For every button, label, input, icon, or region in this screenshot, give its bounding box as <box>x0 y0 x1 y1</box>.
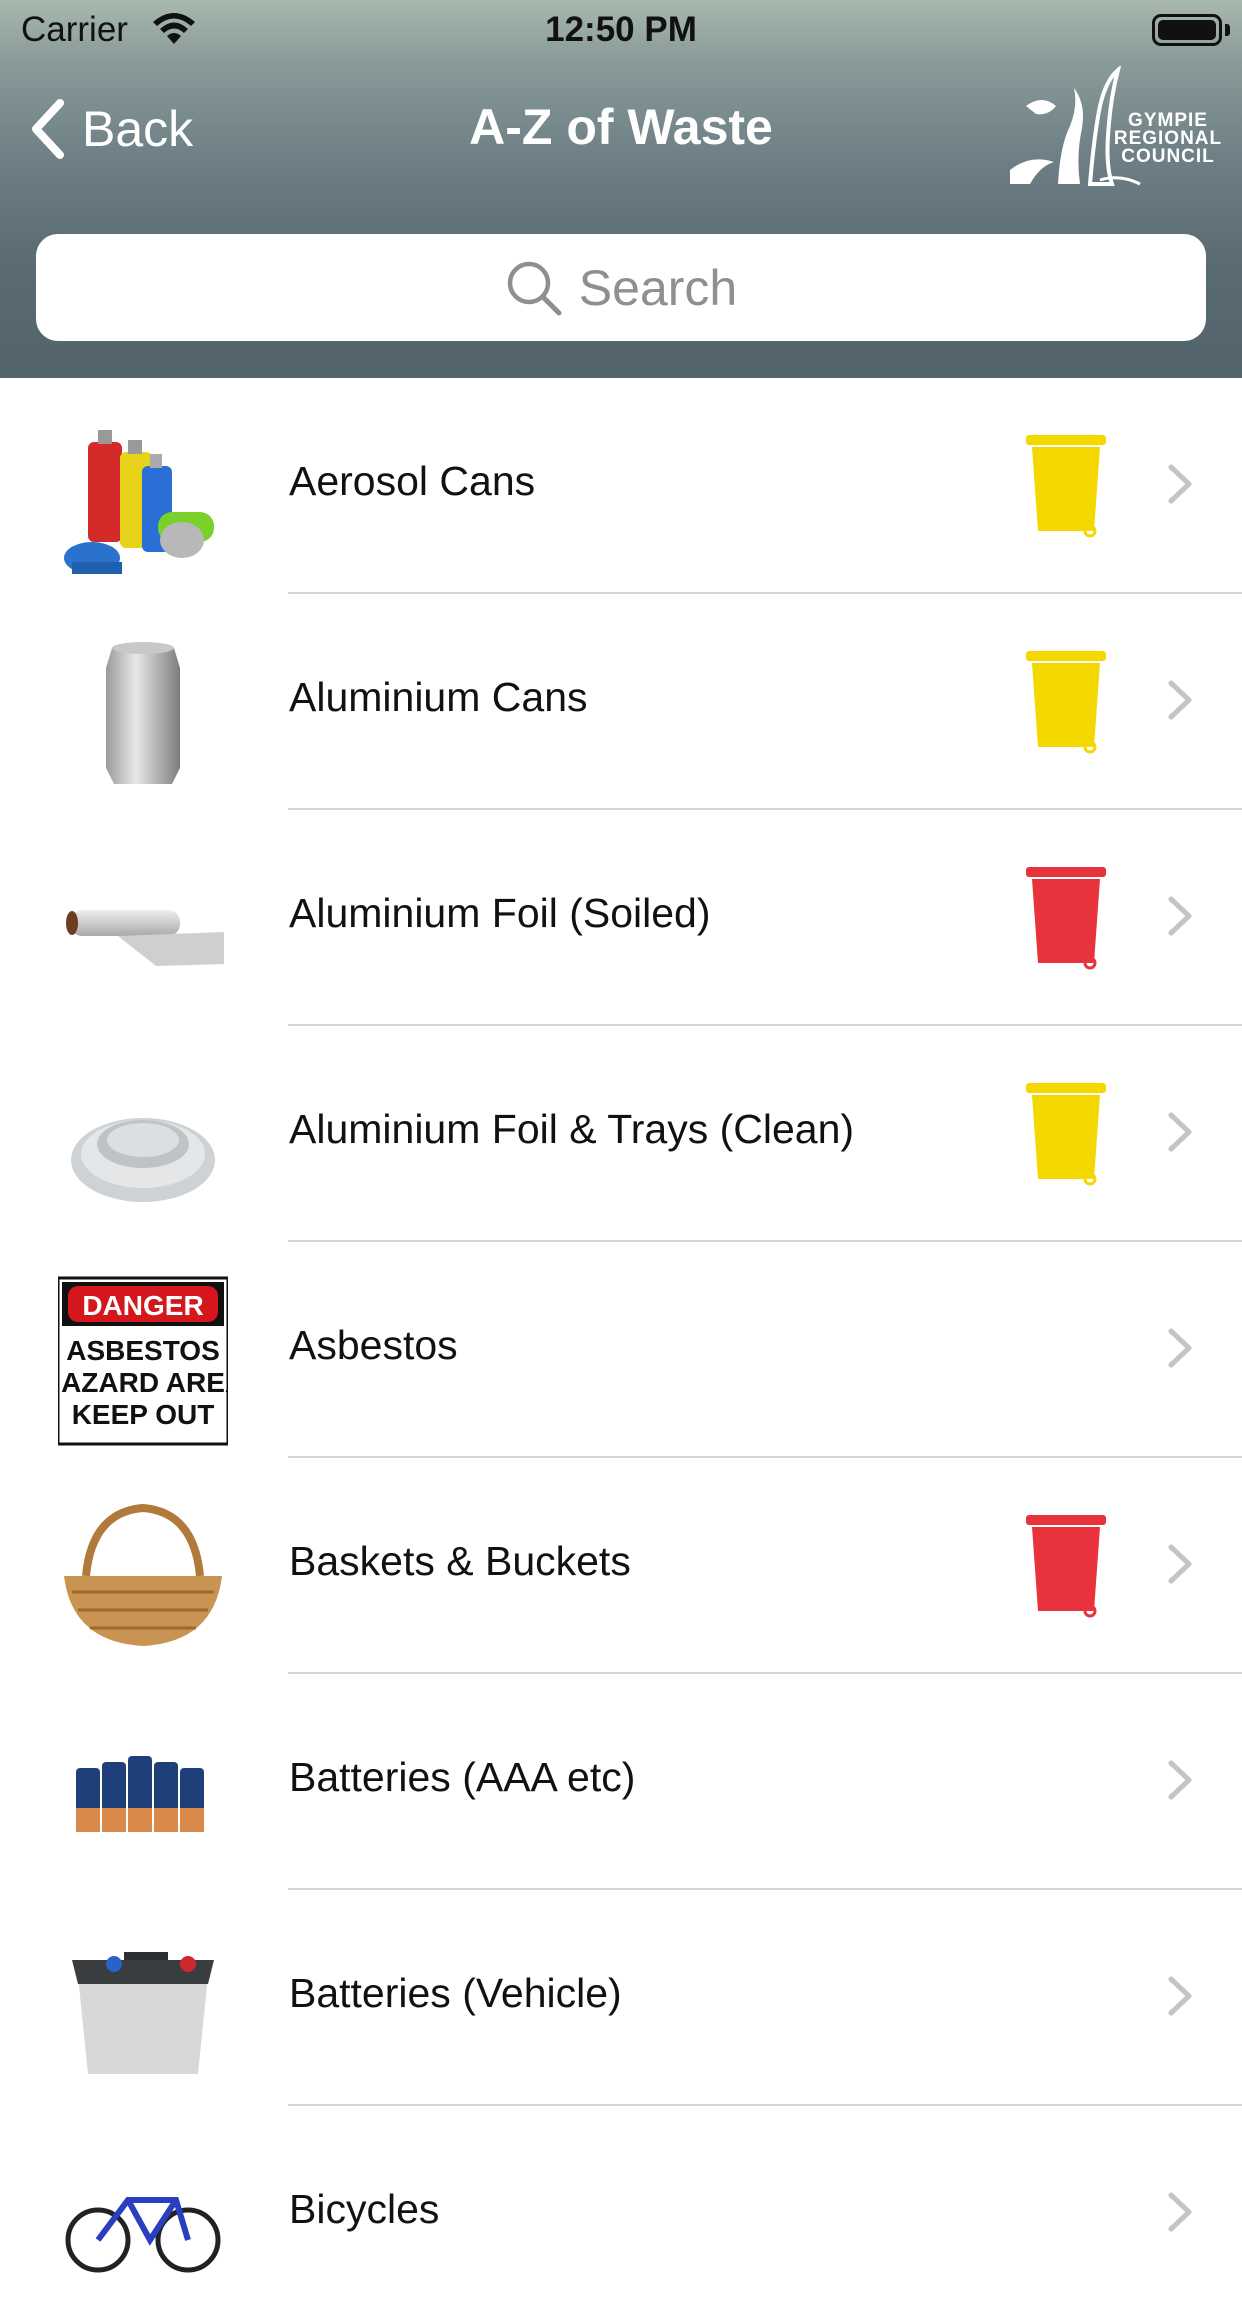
list-item-asbestos[interactable]: DANGER ASBESTOS HAZARD AREA KEEP OUT Asb… <box>0 1242 1242 1458</box>
chevron-right-icon <box>1168 1328 1192 1368</box>
item-thumbnail <box>58 1924 228 2094</box>
bicycle-icon <box>65 2197 221 2273</box>
item-label: Batteries (Vehicle) <box>289 1970 622 2016</box>
item-thumbnail <box>58 2140 228 2310</box>
list-item-aluminium-cans[interactable]: Aluminium Cans <box>0 594 1242 810</box>
item-label: Bicycles <box>289 2186 440 2232</box>
yellow-bin-icon <box>1026 651 1106 754</box>
item-thumbnail <box>58 1492 228 1662</box>
yellow-bin-icon <box>1026 1083 1106 1186</box>
batteries-icon <box>76 1756 204 1832</box>
list-item-batteries-aaa[interactable]: Batteries (AAA etc) <box>0 1674 1242 1890</box>
battery-nub <box>1225 24 1230 36</box>
list-item-aluminium-foil-soiled[interactable]: Aluminium Foil (Soiled) <box>0 810 1242 1026</box>
list-item-aerosol-cans[interactable]: Aerosol Cans <box>0 378 1242 594</box>
chevron-right-icon <box>1168 1976 1192 2016</box>
item-thumbnail <box>58 1708 228 1878</box>
svg-text:DANGER: DANGER <box>82 1290 203 1321</box>
chevron-right-icon <box>1168 2192 1192 2232</box>
item-thumbnail <box>58 412 228 582</box>
svg-text:ASBESTOS: ASBESTOS <box>66 1335 220 1366</box>
chevron-right-icon <box>1168 1760 1192 1800</box>
list-item-baskets-buckets[interactable]: Baskets & Buckets <box>0 1458 1242 1674</box>
council-logo-text: GYMPIE REGIONAL COUNCIL <box>1113 110 1223 167</box>
yellow-bin-icon <box>1026 435 1106 538</box>
chevron-right-icon <box>1168 464 1192 504</box>
chevron-right-icon <box>1168 680 1192 720</box>
basket-icon <box>64 1503 222 1646</box>
foil-trays-icon <box>71 1118 215 1202</box>
item-label: Aerosol Cans <box>289 458 536 504</box>
svg-text:KEEP OUT: KEEP OUT <box>72 1399 215 1430</box>
svg-text:HAZARD AREA: HAZARD AREA <box>58 1367 228 1398</box>
list-item-aluminium-foil-trays[interactable]: Aluminium Foil & Trays (Clean) <box>0 1026 1242 1242</box>
list-item-batteries-vehicle[interactable]: Batteries (Vehicle) <box>0 1890 1242 2106</box>
chevron-right-icon <box>1168 1112 1192 1152</box>
item-thumbnail: DANGER ASBESTOS HAZARD AREA KEEP OUT <box>58 1276 228 1446</box>
red-bin-icon <box>1026 867 1106 970</box>
chevron-right-icon <box>1168 1544 1192 1584</box>
item-thumbnail <box>58 1060 228 1230</box>
car-battery-icon <box>72 1952 214 2074</box>
foil-roll-icon <box>66 910 224 966</box>
status-bar: Carrier 12:50 PM <box>0 0 1242 60</box>
battery-icon <box>1152 14 1222 46</box>
aluminium-can-icon <box>106 642 180 784</box>
red-bin-icon <box>1026 1515 1106 1618</box>
chevron-right-icon <box>1168 896 1192 936</box>
search-input[interactable]: Search <box>36 234 1206 341</box>
item-label: Aluminium Foil & Trays (Clean) <box>289 1106 855 1152</box>
item-label: Asbestos <box>289 1322 458 1368</box>
item-label: Aluminium Foil (Soiled) <box>289 890 711 936</box>
item-label: Aluminium Cans <box>289 674 588 720</box>
header: Carrier 12:50 PM Back A-Z of Waste GYMPI… <box>0 0 1242 378</box>
search-icon <box>507 261 562 315</box>
item-label: Baskets & Buckets <box>289 1538 631 1584</box>
search-placeholder: Search <box>578 259 738 316</box>
item-thumbnail <box>58 844 228 1014</box>
waste-items-list: Aerosol Cans Aluminium Cans Aluminium Fo… <box>0 378 1242 2322</box>
item-thumbnail <box>58 628 228 798</box>
item-label: Batteries (AAA etc) <box>289 1754 636 1800</box>
aerosol-cans-icon <box>64 430 214 574</box>
danger-sign-icon: DANGER ASBESTOS HAZARD AREA KEEP OUT <box>58 1276 228 1446</box>
list-item-bicycles[interactable]: Bicycles <box>0 2106 1242 2322</box>
status-time: 12:50 PM <box>545 10 697 49</box>
